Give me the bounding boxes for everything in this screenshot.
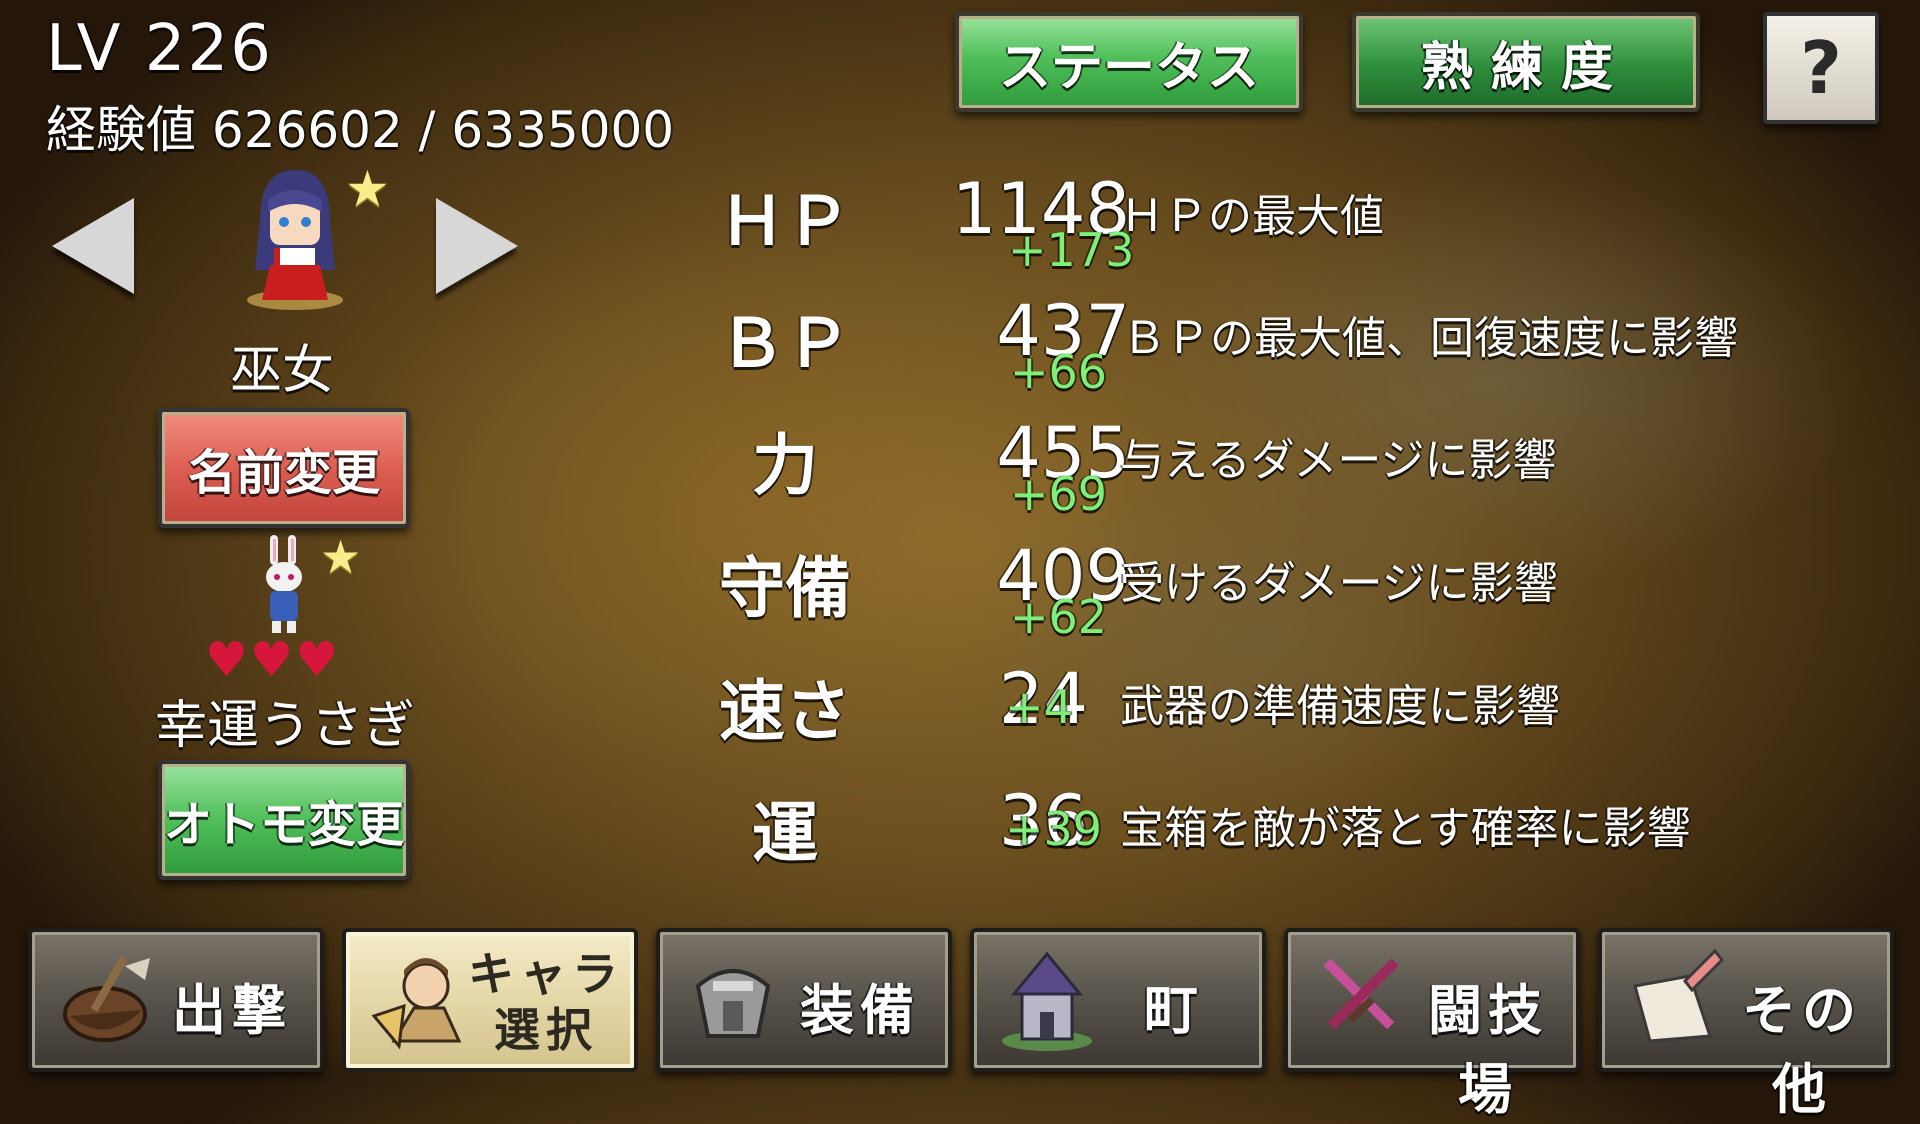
- stat-bonus: +173: [1008, 223, 1135, 277]
- nav-label: 装備: [800, 979, 920, 1042]
- nav-character-select-button[interactable]: キャラ 選択: [342, 928, 638, 1072]
- character-select-icon: [371, 958, 462, 1050]
- nav-label: キャラ 選択: [468, 947, 624, 1057]
- town-icon: [1002, 951, 1092, 1051]
- stat-bonus: +62: [1010, 590, 1108, 644]
- stat-row-defense: 守備 409 +62 受けるダメージに影響: [700, 535, 1800, 655]
- rename-button[interactable]: 名前変更: [158, 408, 410, 528]
- experience-label: 経験値 626602 / 6335000: [46, 101, 675, 159]
- stat-label: 守備: [719, 550, 851, 627]
- stat-description: 与えるダメージに影響: [1120, 435, 1557, 486]
- nav-equipment-button[interactable]: 装備: [656, 928, 952, 1072]
- stat-bonus: +69: [1010, 467, 1108, 521]
- stat-row-luck: 運 36 +39 宝箱を敵が落とす確率に影響: [700, 780, 1800, 900]
- stat-bonus: +39: [1005, 802, 1103, 856]
- stat-label: 力: [752, 427, 818, 504]
- stat-row-speed: 速さ 24 +4 武器の準備速度に影響: [700, 658, 1800, 778]
- stat-bonus: +4: [1005, 680, 1073, 734]
- nav-arena-button[interactable]: 闘技場: [1284, 928, 1580, 1121]
- previous-character-arrow-icon[interactable]: [52, 198, 134, 294]
- next-character-arrow-icon[interactable]: [436, 198, 518, 294]
- stat-label: ＨＰ: [719, 183, 851, 260]
- nav-sortie-button[interactable]: 出撃: [28, 928, 324, 1072]
- pet-name: 幸運うさぎ: [154, 696, 415, 756]
- stat-row-hp: ＨＰ 1148 +173 ＨＰの最大値: [700, 168, 1800, 288]
- sortie-icon: [63, 956, 150, 1042]
- help-button[interactable]: ?: [1763, 12, 1879, 124]
- stat-row-power: 力 455 +69 与えるダメージに影響: [700, 412, 1800, 532]
- stat-description: 宝箱を敵が落とす確率に影響: [1120, 803, 1691, 854]
- stat-description: ＢＰの最大値、回復速度に影響: [1122, 313, 1738, 364]
- favorite-star-icon: ★: [345, 160, 390, 218]
- nav-other-button[interactable]: その他: [1598, 928, 1894, 1121]
- nav-label: 闘技場: [1428, 979, 1548, 1121]
- miko-character-sprite-icon: [247, 170, 343, 310]
- equipment-icon: [695, 969, 771, 1038]
- stat-description: ＨＰの最大値: [1120, 191, 1384, 242]
- stat-row-bp: ＢＰ 437 +66 ＢＰの最大値、回復速度に影響: [700, 290, 1800, 410]
- stat-label: 運: [752, 795, 818, 872]
- level-label: LV 226: [46, 12, 273, 86]
- status-tab-button[interactable]: ステータス: [955, 12, 1303, 112]
- pet-star-icon: ★: [320, 530, 362, 584]
- nav-label: 町: [1144, 979, 1204, 1042]
- stat-label: 速さ: [719, 673, 851, 750]
- other-icon: [1633, 948, 1724, 1043]
- stat-label: ＢＰ: [719, 305, 851, 382]
- mastery-tab-button[interactable]: 熟練度: [1352, 12, 1700, 112]
- character-class-name: 巫女: [229, 341, 334, 401]
- nav-town-button[interactable]: 町: [970, 928, 1266, 1072]
- stat-description: 武器の準備速度に影響: [1120, 681, 1560, 732]
- arena-icon: [1323, 958, 1399, 1030]
- stat-description: 受けるダメージに影響: [1120, 558, 1558, 609]
- lucky-rabbit-sprite-icon: [266, 535, 302, 633]
- nav-label: 出撃: [172, 979, 292, 1042]
- change-pet-button[interactable]: オトモ変更: [158, 760, 410, 880]
- stat-bonus: +66: [1010, 345, 1108, 399]
- nav-label: その他: [1742, 979, 1862, 1121]
- pet-hearts-icon: ♥♥♥: [205, 632, 341, 688]
